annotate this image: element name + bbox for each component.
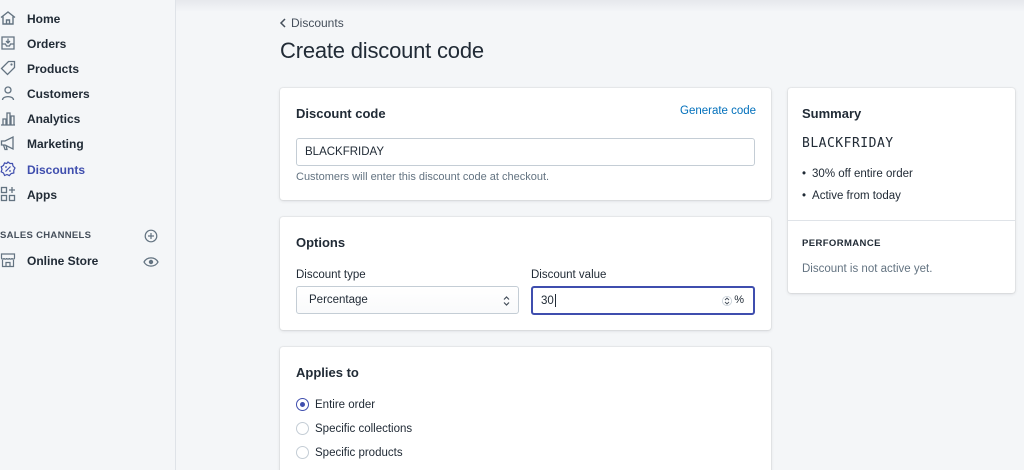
card-title: Applies to [296,365,359,380]
sidebar-item-label: Products [27,61,80,76]
sales-channels-heading: SALES CHANNELS [0,230,92,241]
radio-specific-collections[interactable]: Specific collections [296,422,412,435]
chevron-left-icon [279,18,286,28]
radio-button[interactable] [296,422,309,435]
eye-icon[interactable] [143,255,159,269]
card-title: Discount code [296,106,386,121]
discount-value: 30 [541,294,554,307]
select-arrows-icon [503,296,510,306]
summary-detail: 30% off entire order [802,168,913,180]
discount-code-input[interactable]: BLACKFRIDAY [296,138,755,166]
add-circle-icon[interactable] [144,229,158,243]
sidebar-item-analytics[interactable]: Analytics [0,106,176,131]
performance-text: Discount is not active yet. [802,263,933,275]
sidebar-item-home[interactable]: Home [0,6,176,31]
performance-heading: PERFORMANCE [802,238,881,249]
sidebar-item-label: Discounts [27,162,86,177]
sidebar: Home Orders Products Customers Analytics… [0,0,176,470]
sidebar-item-apps[interactable]: Apps [0,182,176,207]
sidebar-item-label: Home [27,11,61,26]
sidebar-item-label: Apps [27,187,57,202]
sidebar-item-label: Orders [27,36,67,51]
person-icon [0,85,16,101]
page-title: Create discount code [280,38,484,63]
radio-button-checked[interactable] [296,398,309,411]
sidebar-item-label: Analytics [27,111,81,126]
discount-code-help-text: Customers will enter this discount code … [296,171,550,183]
discount-type-select[interactable]: Percentage [296,286,519,314]
discount-type-label: Discount type [296,269,366,281]
card-title: Options [296,235,346,250]
generate-code-link[interactable]: Generate code [680,105,756,117]
radio-button[interactable] [296,446,309,459]
orders-icon [0,35,16,51]
sidebar-item-orders[interactable]: Orders [0,31,176,56]
tag-icon [0,60,16,76]
top-shadow [176,0,1024,12]
breadcrumb[interactable]: Discounts [279,16,344,30]
summary-detail: Active from today [802,190,901,202]
sidebar-item-products[interactable]: Products [0,56,176,81]
discount-type-value: Percentage [309,294,368,306]
card-title: Summary [802,106,862,121]
radio-entire-order[interactable]: Entire order [296,398,375,411]
sidebar-item-marketing[interactable]: Marketing [0,131,176,156]
sidebar-item-discounts[interactable]: Discounts [0,157,176,182]
radio-label: Specific products [315,446,403,459]
sidebar-item-label: Customers [27,86,90,101]
percent-suffix: % [734,294,744,306]
discount-value-input[interactable]: 30 % [531,286,755,315]
sidebar-item-label: Online Store [27,253,99,268]
radio-specific-products[interactable]: Specific products [296,446,403,459]
bar-chart-icon [0,110,16,126]
apps-icon [0,186,16,202]
megaphone-icon [0,135,16,151]
discount-value-label: Discount value [531,269,607,281]
text-cursor [554,294,556,307]
store-icon [0,252,16,268]
summary-divider [788,220,1015,221]
radio-label: Entire order [315,398,376,411]
sidebar-item-customers[interactable]: Customers [0,81,176,106]
summary-code: BLACKFRIDAY [802,136,894,151]
number-spinner-icon[interactable] [722,295,732,307]
discount-code-value: BLACKFRIDAY [305,146,385,158]
sidebar-item-label: Marketing [27,136,84,151]
breadcrumb-label: Discounts [291,16,344,30]
radio-label: Specific collections [315,422,413,435]
discount-icon [0,161,16,177]
home-icon [0,10,16,26]
